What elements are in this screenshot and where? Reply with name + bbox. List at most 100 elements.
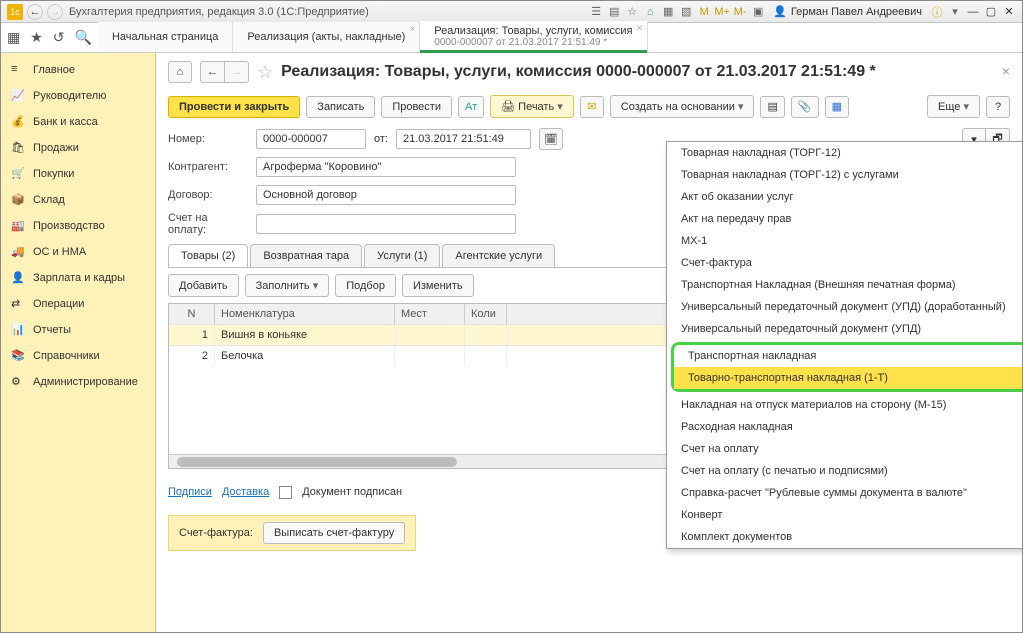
- date-input[interactable]: [396, 129, 531, 149]
- tb-icon-7[interactable]: ▣: [750, 4, 766, 20]
- write-button[interactable]: Записать: [306, 96, 375, 118]
- dd-item[interactable]: МХ-1: [667, 230, 1022, 252]
- tb-icon-5[interactable]: ▦: [660, 4, 676, 20]
- back-button[interactable]: ←: [200, 61, 225, 83]
- tab-realization-list[interactable]: Реализация (акты, накладные)×: [233, 22, 420, 52]
- calendar-button[interactable]: 🗓: [539, 128, 563, 150]
- tb-mplus-icon[interactable]: M+: [714, 4, 730, 20]
- post-and-close-button[interactable]: Провести и закрыть: [168, 96, 300, 118]
- schet-input[interactable]: [256, 214, 516, 234]
- delivery-link[interactable]: Доставка: [222, 486, 269, 498]
- print-dropdown-button[interactable]: 🖨 Печать: [490, 95, 574, 118]
- select-button[interactable]: Подбор: [335, 274, 396, 297]
- sidebar-item-sales[interactable]: 🛍Продажи: [1, 135, 155, 161]
- tab-realization-doc[interactable]: Реализация: Товары, услуги, комиссия 000…: [420, 21, 647, 52]
- search-icon[interactable]: 🔍: [75, 29, 92, 46]
- tb-mminus-icon[interactable]: M-: [732, 4, 748, 20]
- scroll-thumb[interactable]: [177, 457, 457, 467]
- dropdown-icon[interactable]: ▾: [947, 4, 963, 20]
- dd-item[interactable]: Конверт: [667, 504, 1022, 526]
- maximize-button[interactable]: ▢: [982, 4, 1000, 20]
- user-block[interactable]: 👤 Герман Павел Андреевич: [773, 5, 922, 18]
- sign-link[interactable]: Подписи: [168, 486, 212, 498]
- page-close-icon[interactable]: ×: [1002, 63, 1010, 79]
- tb-icon-1[interactable]: ☰: [588, 4, 604, 20]
- attach-button[interactable]: 📎: [791, 96, 819, 118]
- tb-m-icon[interactable]: M: [696, 4, 712, 20]
- sidebar-item-main[interactable]: ≡Главное: [1, 57, 155, 83]
- sidebar-item-reports[interactable]: 📊Отчеты: [1, 317, 155, 343]
- dd-item[interactable]: Универсальный передаточный документ (УПД…: [667, 318, 1022, 340]
- home-button[interactable]: ⌂: [168, 61, 192, 83]
- tab-services[interactable]: Услуги (1): [364, 244, 440, 267]
- tab-tara[interactable]: Возвратная тара: [250, 244, 362, 267]
- info-icon[interactable]: ⓘ: [929, 4, 945, 20]
- sidebar-item-purchases[interactable]: 🛒Покупки: [1, 161, 155, 187]
- tab-close-icon[interactable]: ×: [409, 24, 415, 35]
- create-based-button[interactable]: Создать на основании: [610, 95, 755, 118]
- sidebar-item-operations[interactable]: ⇄Операции: [1, 291, 155, 317]
- dd-item[interactable]: Счет-фактура: [667, 252, 1022, 274]
- tb-icon-4[interactable]: ⌂: [642, 4, 658, 20]
- tb-icon-6[interactable]: ▧: [678, 4, 694, 20]
- star-icon[interactable]: ★: [30, 29, 43, 46]
- dd-item[interactable]: Комплект документов: [667, 526, 1022, 548]
- dd-item[interactable]: Товарная накладная (ТОРГ-12): [667, 142, 1022, 164]
- fill-button[interactable]: Заполнить: [245, 274, 330, 297]
- favorite-icon[interactable]: ☆: [257, 62, 273, 83]
- sidebar-item-warehouse[interactable]: 📦Склад: [1, 187, 155, 213]
- dogovor-label: Договор:: [168, 189, 248, 201]
- post-button[interactable]: Провести: [381, 96, 452, 118]
- close-button[interactable]: ✕: [1000, 4, 1018, 20]
- mail-button[interactable]: ✉: [580, 96, 604, 118]
- apps-icon[interactable]: ▦: [7, 29, 20, 46]
- tb-icon-3[interactable]: ☆: [624, 4, 640, 20]
- col-koli[interactable]: Коли: [465, 304, 507, 324]
- col-mest[interactable]: Мест: [395, 304, 465, 324]
- history-icon[interactable]: ↺: [53, 29, 65, 46]
- list-button[interactable]: ▦: [825, 96, 849, 118]
- struct-button[interactable]: ▤: [760, 96, 784, 118]
- sidebar-item-manager[interactable]: 📈Руководителю: [1, 83, 155, 109]
- dd-item-transport[interactable]: Транспортная накладная: [674, 345, 1022, 367]
- sidebar-item-catalogs[interactable]: 📚Справочники: [1, 343, 155, 369]
- dd-item[interactable]: Акт на передачу прав: [667, 208, 1022, 230]
- col-n[interactable]: N: [169, 304, 215, 324]
- doc-signed-checkbox[interactable]: [279, 486, 292, 499]
- forward-button[interactable]: →: [225, 61, 249, 83]
- dd-item[interactable]: Счет на оплату: [667, 438, 1022, 460]
- dd-item[interactable]: Расходная накладная: [667, 416, 1022, 438]
- dogovor-input[interactable]: [256, 185, 516, 205]
- sidebar: ≡Главное 📈Руководителю 💰Банк и касса 🛍Пр…: [1, 53, 156, 632]
- add-row-button[interactable]: Добавить: [168, 274, 239, 297]
- sf-create-button[interactable]: Выписать счет-фактуру: [263, 522, 405, 544]
- dd-item[interactable]: Транспортная Накладная (Внешняя печатная…: [667, 274, 1022, 296]
- col-nom[interactable]: Номенклатура: [215, 304, 395, 324]
- dd-item[interactable]: Счет на оплату (с печатью и подписями): [667, 460, 1022, 482]
- sidebar-item-assets[interactable]: 🚚ОС и НМА: [1, 239, 155, 265]
- tab-goods[interactable]: Товары (2): [168, 244, 248, 267]
- dd-item[interactable]: Акт об оказании услуг: [667, 186, 1022, 208]
- tb-icon-2[interactable]: ▤: [606, 4, 622, 20]
- sidebar-item-admin[interactable]: ⚙Администрирование: [1, 369, 155, 395]
- sidebar-item-production[interactable]: 🏭Производство: [1, 213, 155, 239]
- movements-button[interactable]: Ат: [458, 96, 484, 118]
- tab-agent[interactable]: Агентские услуги: [442, 244, 555, 267]
- dd-item-ttn[interactable]: Товарно-транспортная накладная (1-Т): [674, 367, 1022, 389]
- sidebar-item-salary[interactable]: 👤Зарплата и кадры: [1, 265, 155, 291]
- dd-item[interactable]: Универсальный передаточный документ (УПД…: [667, 296, 1022, 318]
- dd-item[interactable]: Товарная накладная (ТОРГ-12) с услугами: [667, 164, 1022, 186]
- contragent-input[interactable]: [256, 157, 516, 177]
- dd-item[interactable]: Накладная на отпуск материалов на сторон…: [667, 394, 1022, 416]
- more-button[interactable]: Еще: [927, 95, 980, 118]
- dd-item[interactable]: Справка-расчет "Рублевые суммы документа…: [667, 482, 1022, 504]
- nav-back-icon[interactable]: ←: [27, 4, 43, 20]
- number-input[interactable]: [256, 129, 366, 149]
- change-button[interactable]: Изменить: [402, 274, 474, 297]
- help-button[interactable]: ?: [986, 96, 1010, 118]
- minimize-button[interactable]: —: [964, 4, 982, 20]
- sidebar-item-bank[interactable]: 💰Банк и касса: [1, 109, 155, 135]
- tab-close-icon[interactable]: ×: [637, 23, 643, 34]
- nav-fwd-icon[interactable]: →: [47, 4, 63, 20]
- tab-home[interactable]: Начальная страница: [98, 22, 233, 52]
